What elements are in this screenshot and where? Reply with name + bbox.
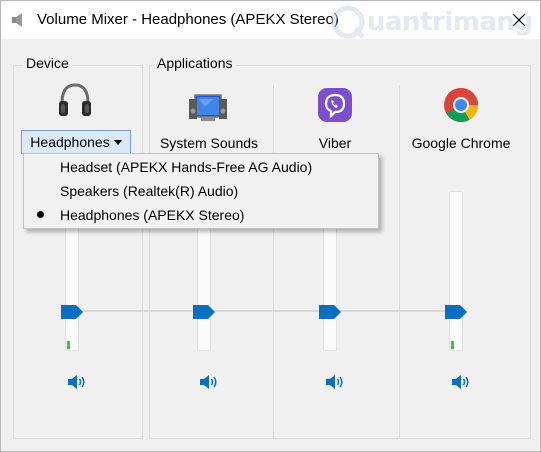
volume-mixer-window: Volume Mixer - Headphones (APEKX Stereo)… bbox=[0, 0, 541, 452]
google-chrome-volume-thumb[interactable] bbox=[445, 305, 467, 319]
applications-group-label: Applications bbox=[154, 55, 236, 71]
system-sounds-volume-slider[interactable] bbox=[197, 219, 211, 351]
viber-icon bbox=[318, 88, 352, 122]
headphones-icon bbox=[59, 83, 91, 116]
selected-bullet-icon bbox=[37, 211, 44, 218]
chrome-icon bbox=[444, 88, 478, 122]
column-separator bbox=[399, 85, 400, 439]
menu-item-headset[interactable]: Headset (APEKX Hands-Free AG Audio) bbox=[25, 155, 377, 179]
viber-volume-slider[interactable] bbox=[323, 219, 337, 351]
column-separator bbox=[273, 85, 274, 439]
device-dropdown-menu: Headset (APEKX Hands-Free AG Audio) Spea… bbox=[23, 153, 379, 229]
google-chrome-volume-slider[interactable] bbox=[449, 191, 463, 351]
device-level-meter bbox=[67, 341, 70, 349]
viber-mute-speaker-icon[interactable] bbox=[325, 373, 345, 391]
slider-link-line bbox=[73, 310, 463, 312]
device-mute-speaker-icon[interactable] bbox=[67, 373, 87, 391]
menu-item-label: Speakers (Realtek(R) Audio) bbox=[60, 183, 239, 199]
viber-volume-thumb[interactable] bbox=[319, 305, 341, 319]
system-sounds-icon bbox=[189, 94, 227, 121]
close-icon bbox=[512, 13, 526, 27]
close-button[interactable] bbox=[502, 5, 536, 35]
window-title: Volume Mixer - Headphones (APEKX Stereo) bbox=[37, 11, 339, 28]
mixer-content: Device Applications Headphones System So… bbox=[1, 39, 540, 451]
google-chrome-mute-speaker-icon[interactable] bbox=[451, 373, 471, 391]
menu-item-headphones[interactable]: Headphones (APEKX Stereo) bbox=[25, 203, 377, 227]
title-bar[interactable]: Volume Mixer - Headphones (APEKX Stereo)… bbox=[1, 1, 540, 39]
speaker-icon bbox=[12, 13, 22, 27]
caret-down-icon bbox=[113, 139, 122, 145]
menu-item-speakers[interactable]: Speakers (Realtek(R) Audio) bbox=[25, 179, 377, 203]
google-chrome-level-meter bbox=[451, 341, 454, 349]
device-select-label: Headphones bbox=[30, 134, 110, 150]
system-sounds-volume-thumb[interactable] bbox=[193, 305, 215, 319]
device-volume-thumb[interactable] bbox=[61, 305, 83, 319]
menu-item-label: Headphones (APEKX Stereo) bbox=[60, 207, 245, 223]
app-name-google-chrome: Google Chrome bbox=[411, 135, 511, 151]
app-name-system-sounds: System Sounds bbox=[159, 135, 259, 151]
menu-item-label: Headset (APEKX Hands-Free AG Audio) bbox=[60, 159, 313, 175]
device-group-label: Device bbox=[23, 55, 72, 71]
device-select-button[interactable]: Headphones bbox=[21, 130, 131, 154]
app-name-viber: Viber bbox=[318, 135, 352, 151]
system-sounds-mute-speaker-icon[interactable] bbox=[199, 373, 219, 391]
device-volume-slider[interactable] bbox=[65, 219, 79, 351]
